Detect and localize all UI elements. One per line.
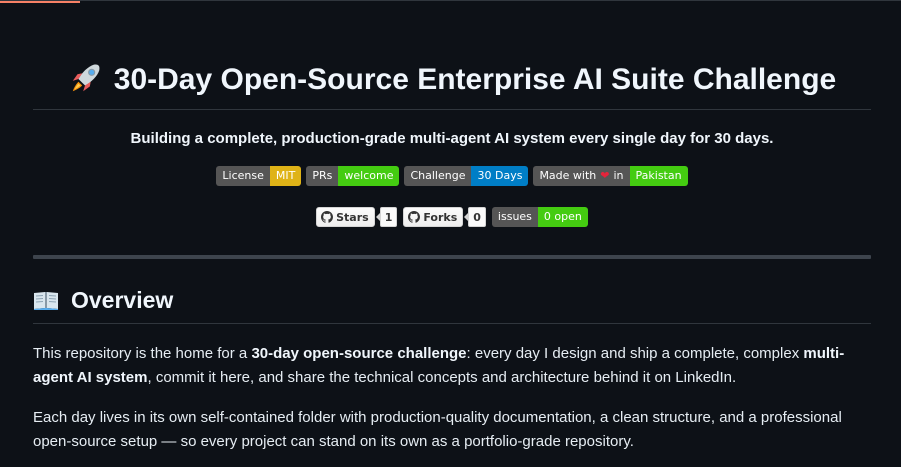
bold-text: 30-day open-source challenge: [251, 345, 467, 362]
forks-label: Forks: [423, 210, 458, 224]
stars-button-main: Stars: [316, 207, 375, 227]
badge-label: License: [216, 166, 270, 186]
page-title: 30-Day Open-Source Enterprise AI Suite C…: [33, 1, 871, 110]
text-span: : every day I design and ship a complete…: [466, 345, 804, 362]
social-row: Stars 1 Forks 0 issues 0 open: [33, 207, 871, 227]
heart-icon: ❤: [600, 169, 610, 182]
badge-label-post: in: [613, 169, 624, 182]
forks-count[interactable]: 0: [464, 207, 486, 227]
badge-value: welcome: [338, 166, 400, 186]
forks-button-main: Forks: [403, 207, 464, 227]
badge-label: Made with ❤ in: [533, 166, 630, 186]
subtitle: Building a complete, production-grade mu…: [130, 130, 774, 147]
overview-heading-text: Overview: [71, 287, 174, 313]
page-title-text: 30-Day Open-Source Enterprise AI Suite C…: [113, 63, 837, 96]
badge-value: 30 Days: [471, 166, 529, 186]
stars-button[interactable]: Stars 1: [316, 207, 398, 227]
github-icon: [408, 211, 421, 223]
prs-badge[interactable]: PRs welcome: [306, 166, 400, 186]
open-book-icon: [34, 292, 58, 310]
text-span: , commit it here, and share the technica…: [147, 369, 737, 386]
github-icon: [321, 211, 334, 223]
made-in-badge[interactable]: Made with ❤ in Pakistan: [533, 166, 688, 186]
overview-heading: Overview: [33, 285, 871, 324]
stars-count[interactable]: 1: [375, 207, 398, 227]
horizontal-rule: [33, 255, 871, 259]
rocket-icon: [72, 64, 100, 92]
readme-content: 30-Day Open-Source Enterprise AI Suite C…: [33, 1, 871, 454]
challenge-badge[interactable]: Challenge 30 Days: [404, 166, 529, 186]
badge-row: License MIT PRs welcome Challenge 30 Day…: [33, 166, 871, 186]
license-badge[interactable]: License MIT: [216, 166, 302, 186]
text-span: This repository is the home for a: [33, 345, 252, 362]
issues-badge[interactable]: issues 0 open: [491, 207, 588, 227]
badge-label: issues: [491, 207, 538, 227]
badge-value: MIT: [269, 166, 302, 186]
forks-button[interactable]: Forks 0: [403, 207, 486, 227]
overview-paragraph-2: Each day lives in its own self-contained…: [33, 409, 842, 450]
badge-label: PRs: [306, 166, 339, 186]
overview-paragraph-1: This repository is the home for a 30-day…: [33, 342, 871, 390]
badge-label: Challenge: [404, 166, 472, 186]
badge-value: 0 open: [537, 207, 588, 227]
badge-label-pre: Made with: [539, 169, 597, 182]
badge-value: Pakistan: [629, 166, 688, 186]
readme-view: 30-Day Open-Source Enterprise AI Suite C…: [0, 0, 901, 467]
stars-label: Stars: [336, 210, 369, 224]
